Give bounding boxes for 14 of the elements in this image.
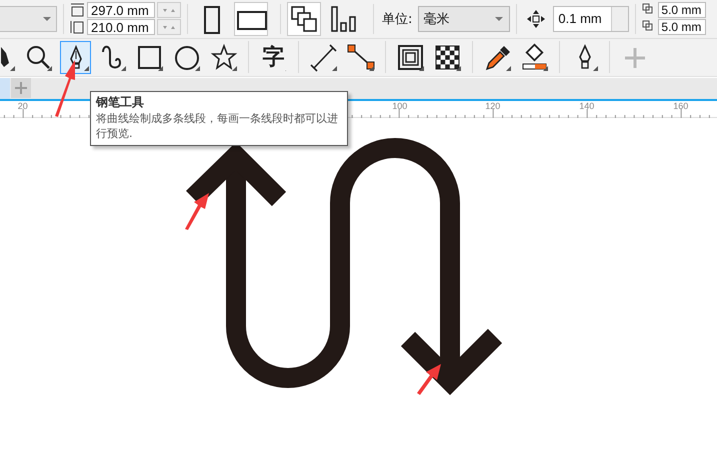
units-label: 单位: xyxy=(382,10,412,28)
tooltip-text: 将曲线绘制成多条线段，每画一条线段时都可以进行预览. xyxy=(96,111,339,141)
nudge-field[interactable]: 0.1 mm xyxy=(553,6,630,32)
ruler-label: 100 xyxy=(392,100,408,111)
ruler-label: 120 xyxy=(485,100,500,111)
ruler-label: 140 xyxy=(579,100,594,111)
ruler-label: 20 xyxy=(18,100,28,111)
duplicate-x-field[interactable]: 5.0 mm xyxy=(658,2,706,18)
ruler-label: 160 xyxy=(673,100,688,111)
page-width-field[interactable]: 210.0 mm xyxy=(87,19,155,36)
tooltip-title: 钢笔工具 xyxy=(96,94,145,111)
page-height-field[interactable]: 297.0 mm xyxy=(87,2,155,18)
duplicate-y-field[interactable]: 5.0 mm xyxy=(658,19,706,36)
units-dropdown[interactable]: 毫米 xyxy=(418,6,510,32)
